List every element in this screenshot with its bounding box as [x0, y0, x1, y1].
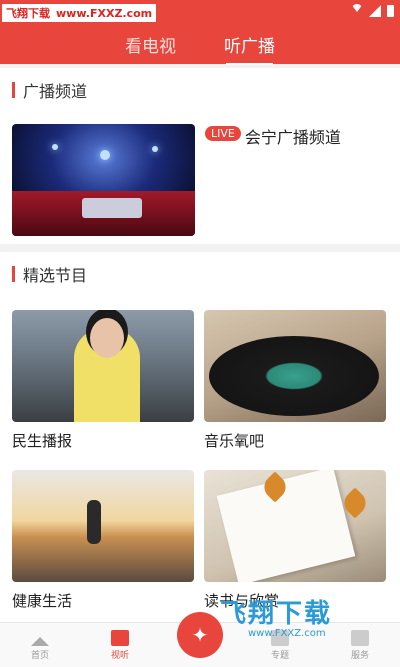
tab-listen-radio[interactable]: 听广播 — [220, 32, 279, 65]
nav-video-audio-label: 视听 — [110, 650, 129, 661]
tv-icon — [111, 629, 129, 646]
program-thumbnail[interactable] — [12, 310, 194, 422]
studio-desk — [82, 198, 142, 218]
studio-light — [152, 146, 158, 152]
program-thumbnail[interactable] — [204, 470, 386, 582]
wifi-icon — [351, 4, 363, 18]
section-header: 精选节目 — [0, 252, 400, 296]
program-card[interactable]: 民生播报 — [12, 310, 194, 450]
section-header: 广播频道 — [0, 68, 400, 112]
featured-section: 精选节目 民生播报 音乐氧吧 健康生活 读书与欣赏 — [0, 252, 400, 622]
nav-video-audio[interactable]: 视听 — [90, 629, 150, 661]
status-icons — [351, 4, 394, 18]
channel-thumbnail[interactable] — [12, 124, 195, 236]
watermark-bottom-url: www.FXXZ.com — [248, 628, 326, 639]
nav-home[interactable]: 首页 — [10, 630, 70, 661]
runner-figure — [87, 500, 101, 544]
watermark-name: 飞翔下载 — [6, 7, 50, 20]
home-icon — [31, 630, 49, 646]
program-card[interactable]: 音乐氧吧 — [204, 310, 386, 450]
anchor-head — [90, 318, 124, 358]
center-logo-icon[interactable]: ✦ — [177, 612, 223, 658]
watermark-bottom: 飞翔下载 www.FXXZ.com — [220, 600, 398, 640]
channel-info: LIVE 会宁广播频道 — [205, 124, 341, 242]
status-bar: 飞翔下载 www.FXXZ.com — [0, 0, 400, 24]
signal-icon — [369, 5, 381, 17]
watermark-top: 飞翔下载 www.FXXZ.com — [2, 4, 157, 22]
program-title[interactable]: 音乐氧吧 — [204, 430, 386, 450]
battery-icon — [387, 5, 394, 17]
nav-services-label: 服务 — [350, 650, 369, 661]
program-thumbnail[interactable] — [12, 470, 194, 582]
section-title: 广播频道 — [23, 82, 88, 101]
studio-light — [52, 144, 58, 150]
watermark-bottom-title: 飞翔下载 — [220, 599, 333, 629]
live-badge: LIVE — [205, 126, 241, 141]
channel-name[interactable]: 会宁广播频道 — [245, 124, 341, 148]
nav-home-label: 首页 — [30, 650, 49, 661]
program-title[interactable]: 民生播报 — [12, 430, 194, 450]
watermark-url: www.FXXZ.com — [56, 6, 153, 20]
live-channel-item[interactable]: LIVE 会宁广播频道 — [12, 124, 388, 242]
section-title: 精选节目 — [23, 266, 88, 285]
section-marker — [12, 266, 15, 282]
top-tab-bar: 看电视 听广播 — [0, 24, 400, 65]
section-marker — [12, 82, 15, 98]
nav-topics-label: 专题 — [270, 650, 289, 661]
program-card[interactable]: 读书与欣赏 — [204, 470, 386, 610]
tab-watch-tv[interactable]: 看电视 — [121, 32, 180, 57]
vinyl-record — [209, 336, 379, 416]
program-thumbnail[interactable] — [204, 310, 386, 422]
program-card[interactable]: 健康生活 — [12, 470, 194, 610]
broadcast-section: 广播频道 LIVE 会宁广播频道 — [0, 68, 400, 244]
studio-light — [100, 150, 110, 160]
program-title[interactable]: 健康生活 — [12, 590, 194, 610]
